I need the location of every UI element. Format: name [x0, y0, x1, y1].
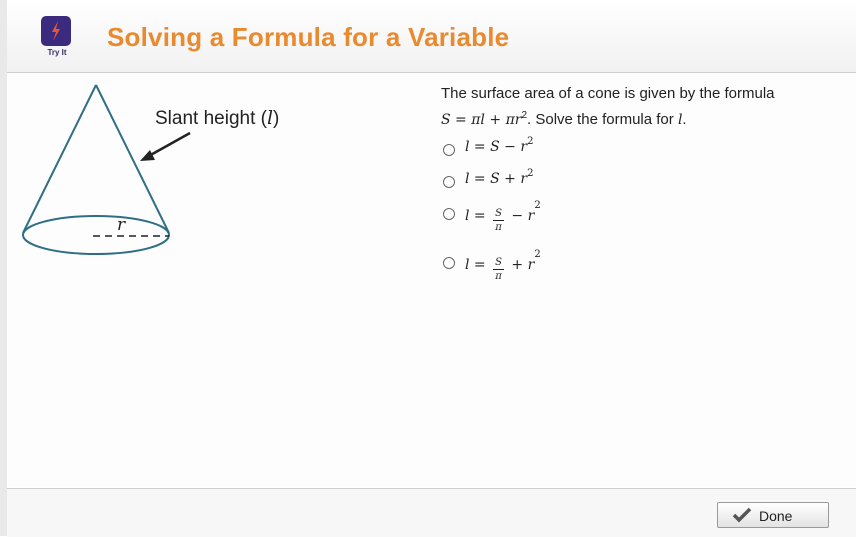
- slant-arrow-head: [140, 150, 155, 161]
- expr-operator: +: [506, 257, 528, 273]
- instruction-text: . Solve the formula for: [527, 111, 678, 128]
- question-line-2: S = πl + πr2. Solve the formula for l.: [441, 105, 841, 131]
- radius-label: r: [117, 215, 126, 235]
- done-button-label: Done: [759, 508, 793, 524]
- expr-equals: =: [469, 208, 491, 224]
- expr-exponent: 2: [534, 249, 541, 260]
- option-expression[interactable]: l = Sπ − r2: [465, 200, 541, 233]
- expr-exponent: 2: [534, 200, 541, 211]
- page-title: Solving a Formula for a Variable: [107, 22, 510, 52]
- slant-label-prefix: Slant height (: [155, 108, 267, 129]
- left-border-strip: [0, 0, 7, 536]
- option-expression[interactable]: l = S + r2: [465, 168, 534, 187]
- fraction-denominator: π: [495, 222, 502, 233]
- question-text: The surface area of a cone is given by t…: [441, 83, 841, 131]
- fraction: Sπ: [493, 208, 504, 234]
- expr-equals: =: [469, 139, 491, 155]
- option-expression[interactable]: l = Sπ + r2: [465, 249, 541, 282]
- radio-button[interactable]: [443, 257, 455, 269]
- formula-pi-l: πl: [471, 112, 485, 128]
- expr-operator: +: [499, 171, 521, 187]
- cone-left-edge: [22, 84, 97, 234]
- option-expression[interactable]: l = S − r2: [465, 136, 534, 155]
- slant-label-suffix: ): [273, 108, 280, 129]
- lightning-icon: [52, 21, 60, 41]
- expr-exponent: 2: [527, 168, 534, 179]
- slant-height-label: Slant height (l): [155, 107, 279, 130]
- try-it-badge: [41, 16, 71, 46]
- expr-exponent: 2: [527, 136, 534, 147]
- header-bar: Try It Solving a Formula for a Variable: [7, 0, 856, 73]
- expr-equals: =: [469, 171, 491, 187]
- fraction: Sπ: [493, 257, 504, 283]
- footer-bar: Done: [7, 488, 856, 537]
- expr-term-a: S: [490, 171, 500, 187]
- done-button[interactable]: Done: [717, 502, 829, 528]
- checkmark-icon: [732, 507, 752, 523]
- slant-arrow-shaft: [146, 131, 191, 159]
- cone-diagram: [22, 84, 191, 255]
- fraction-numerator: S: [493, 257, 504, 270]
- question-line-1: The surface area of a cone is given by t…: [441, 85, 775, 102]
- expr-operator: −: [499, 139, 521, 155]
- radio-button[interactable]: [443, 144, 455, 156]
- fraction-numerator: S: [493, 208, 504, 221]
- formula-pi-r: πr: [505, 112, 522, 128]
- formula-equals: =: [450, 112, 472, 128]
- expr-operator: −: [506, 208, 528, 224]
- main-content: Slant height (l) r The surface area of a…: [7, 73, 856, 487]
- fraction-denominator: π: [495, 271, 502, 282]
- instruction-period: .: [682, 111, 687, 128]
- try-it-label: Try It: [47, 48, 67, 57]
- formula-S: S: [441, 112, 451, 128]
- expr-equals: =: [469, 257, 491, 273]
- radio-button[interactable]: [443, 208, 455, 220]
- formula-plus: +: [484, 112, 506, 128]
- cone-base-ellipse: [22, 215, 170, 255]
- radio-button[interactable]: [443, 176, 455, 188]
- expr-term-a: S: [490, 139, 500, 155]
